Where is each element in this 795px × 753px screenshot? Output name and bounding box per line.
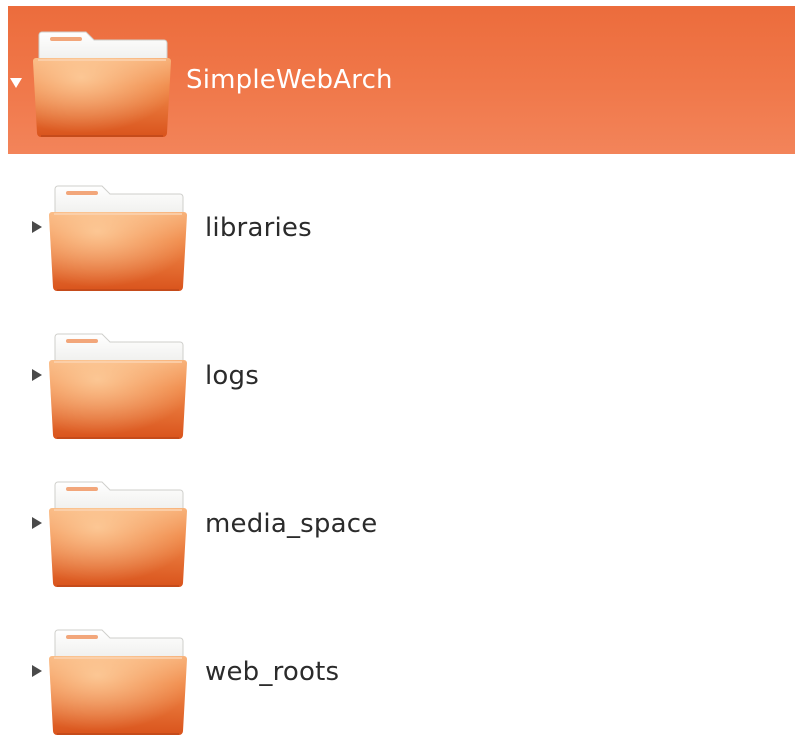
tree-row-label: logs [205, 361, 259, 391]
folder-icon [48, 620, 188, 738]
folder-tree: SimpleWebArch libraries logs media_space… [0, 0, 795, 753]
tree-row-simplewebarch[interactable]: SimpleWebArch [8, 6, 795, 154]
expander-expanded-icon[interactable] [10, 78, 22, 88]
expander-collapsed-icon[interactable] [32, 517, 42, 529]
folder-icon [48, 176, 188, 294]
folder-icon [48, 324, 188, 442]
expander-collapsed-icon[interactable] [32, 665, 42, 677]
expander-collapsed-icon[interactable] [32, 221, 42, 233]
tree-row-label: media_space [205, 509, 378, 539]
tree-row-libraries[interactable]: libraries [8, 154, 795, 302]
tree-row-logs[interactable]: logs [8, 302, 795, 450]
tree-row-label: web_roots [205, 657, 340, 687]
tree-row-label: libraries [205, 213, 312, 243]
folder-icon [48, 472, 188, 590]
folder-icon [32, 22, 172, 140]
tree-row-media-space[interactable]: media_space [8, 450, 795, 598]
expander-collapsed-icon[interactable] [32, 369, 42, 381]
tree-row-label: SimpleWebArch [186, 65, 393, 95]
tree-row-web-roots[interactable]: web_roots [8, 598, 795, 746]
